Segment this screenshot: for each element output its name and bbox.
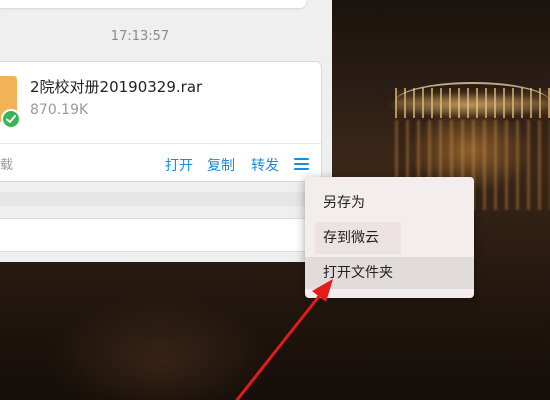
chat-panel: 17:13:57 2院校对册20190329.rar 870.19K 载 打开 … — [0, 0, 332, 262]
copy-button[interactable]: 复制 — [207, 155, 235, 175]
partial-action-text: 载 — [0, 158, 14, 173]
menu-item-save-as[interactable]: 另存为 — [305, 187, 474, 219]
file-size: 870.19K — [30, 102, 89, 118]
file-context-menu: 另存为 存到微云 打开文件夹 — [305, 177, 474, 298]
message-timestamp: 17:13:57 — [110, 29, 170, 44]
file-message-card[interactable]: 2院校对册20190329.rar 870.19K 载 打开 复制 转发 — [0, 61, 322, 182]
card-divider — [0, 143, 321, 144]
open-file-button[interactable]: 打开 — [165, 155, 193, 175]
file-name: 2院校对册20190329.rar — [30, 78, 203, 96]
menu-item-open-folder[interactable]: 打开文件夹 — [305, 257, 474, 289]
hamburger-icon[interactable] — [294, 158, 309, 170]
menu-item-save-to-weiyun[interactable]: 存到微云 — [315, 222, 401, 254]
check-icon — [1, 109, 21, 129]
message-input-area[interactable] — [0, 218, 320, 252]
background-city-lights — [395, 88, 550, 118]
forward-button[interactable]: 转发 — [251, 155, 279, 175]
previous-message-bubble — [0, 0, 306, 8]
message-separator — [0, 192, 322, 206]
